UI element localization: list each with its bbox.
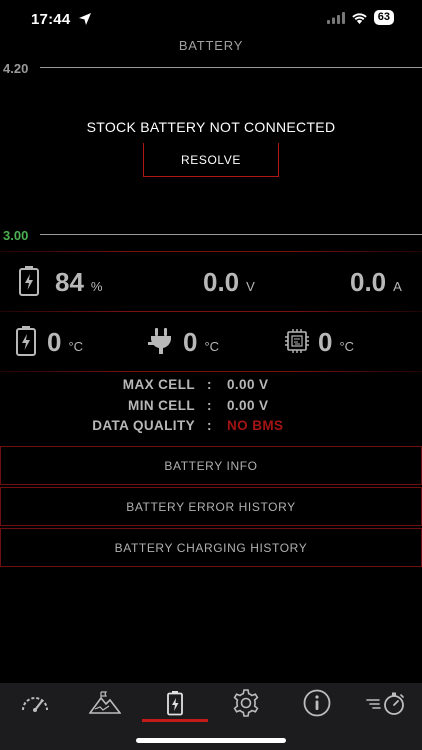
page-title: BATTERY: [178, 38, 244, 53]
voltage-unit: V: [246, 279, 255, 294]
voltage-metric: 0.0 V: [203, 267, 255, 298]
data-quality-value: NO BMS: [227, 418, 284, 433]
speedometer-icon: [22, 697, 48, 712]
battery-temp-unit: °C: [68, 339, 84, 354]
mountain-icon: [89, 691, 121, 714]
info-icon: [303, 689, 331, 717]
status-bar: 17:44 63: [0, 0, 422, 38]
tab-settings[interactable]: [211, 683, 281, 723]
battery-charging-history-button[interactable]: BATTERY CHARGING HISTORY: [0, 528, 422, 567]
stopwatch-icon: [366, 692, 404, 715]
tab-info[interactable]: [282, 683, 352, 723]
chip-icon: [285, 329, 309, 353]
charger-temp-value: 0: [183, 327, 198, 357]
tab-performance[interactable]: [352, 683, 422, 723]
min-cell-label: MIN CELL: [128, 398, 195, 413]
graph-max-label: 4.20: [3, 61, 29, 76]
location-arrow-icon: [79, 13, 91, 25]
charger-temp-metric: 0 °C: [183, 327, 219, 358]
status-time: 17:44: [31, 11, 71, 28]
battery-notice: STOCK BATTERY NOT CONNECTED: [86, 119, 336, 135]
controller-temp-metric: 0 °C: [318, 327, 354, 358]
home-indicator[interactable]: [136, 738, 286, 743]
tab-battery[interactable]: [140, 683, 210, 723]
tab-dashboard[interactable]: [0, 683, 70, 723]
data-quality-label: DATA QUALITY: [92, 418, 195, 433]
separator: :: [207, 377, 212, 392]
tab-ride[interactable]: [70, 683, 140, 723]
max-cell-value: 0.00 V: [227, 377, 269, 392]
battery-error-history-button[interactable]: BATTERY ERROR HISTORY: [0, 487, 422, 526]
active-tab-indicator: [142, 719, 208, 722]
battery-icon: [167, 691, 183, 716]
controller-temp-unit: °C: [339, 339, 355, 354]
separator: :: [207, 398, 212, 413]
battery-temp-value: 0: [47, 327, 62, 357]
divider: [0, 251, 422, 252]
battery-temp-icon: [16, 326, 36, 356]
plug-icon: [148, 328, 171, 354]
wifi-icon: [352, 12, 367, 24]
voltage-value: 0.0: [203, 267, 240, 297]
signal-icon: [326, 11, 345, 24]
battery-info-button[interactable]: BATTERY INFO: [0, 446, 422, 485]
separator: :: [207, 418, 212, 433]
current-value: 0.0: [350, 267, 387, 297]
controller-temp-value: 0: [318, 327, 333, 357]
current-unit: A: [393, 279, 402, 294]
charge-unit: %: [90, 279, 103, 294]
graph-max-line: [40, 67, 422, 68]
charge-value: 84: [55, 267, 84, 297]
divider: [0, 311, 422, 312]
max-cell-label: MAX CELL: [122, 377, 195, 392]
charger-temp-unit: °C: [204, 339, 220, 354]
divider: [0, 371, 422, 372]
battery-temp-metric: 0 °C: [47, 327, 83, 358]
graph-min-label: 3.00: [3, 228, 29, 243]
gear-icon: [233, 689, 259, 717]
graph-min-line: [40, 234, 422, 235]
resolve-button[interactable]: RESOLVE: [143, 143, 279, 177]
current-metric: 0.0 A: [350, 267, 402, 298]
min-cell-value: 0.00 V: [227, 398, 269, 413]
battery-charge-icon: [19, 266, 39, 296]
charge-metric: 84 %: [55, 267, 102, 298]
battery-status-badge: 63: [373, 10, 394, 25]
status-indicators: 63: [326, 10, 394, 25]
